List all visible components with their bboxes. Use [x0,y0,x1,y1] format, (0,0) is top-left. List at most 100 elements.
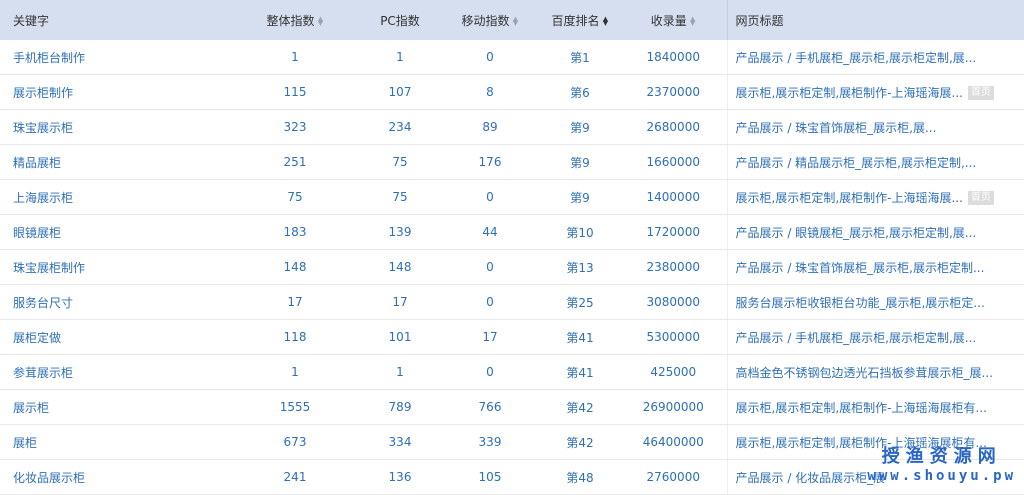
table-row: 珠宝展柜制作 148 148 0 第13 2380000 产品展示 / 珠宝首饰展柜_展示柜… [0,249,1024,285]
overall-index-cell: 673 [283,435,307,449]
page-title-link[interactable]: 产品展示 / 眼镜展柜_展示柜,展示柜定制,展... [736,226,977,240]
baidu-rank-cell: 第1 [570,50,590,65]
sort-icon[interactable]: ▲ ▼ [603,16,609,27]
pc-index-cell: 148 [388,260,412,274]
pc-index-cell: 75 [392,155,408,169]
indexed-count-cell: 46400000 [642,435,704,449]
indexed-count-cell: 2680000 [646,120,700,134]
baidu-rank-cell: 第13 [566,260,594,275]
mobile-index-cell: 44 [482,225,498,239]
home-page-badge: 首页 [967,191,994,205]
baidu-rank-cell: 第9 [570,155,590,170]
table-row: 上海展示柜 75 75 0 第9 1400000 展示柜,展示柜定制,展柜制作-上海瑶海展.… [0,179,1024,215]
pc-index-cell: 75 [392,190,408,204]
page-title-link[interactable]: 展示柜,展示柜定制,展柜制作-上海瑶海展... [736,86,963,100]
page-title-link[interactable]: 产品展示 / 珠宝首饰展柜_展示柜,展示柜定制... [736,261,985,275]
table-row: 参茸展示柜 1 1 0 第41 425000 高档金色不锈钢包边透光石挡板参茸展示柜_展..… [0,354,1024,390]
col-header-keyword: 关键字 [0,0,230,40]
keyword-link[interactable]: 展示柜制作 [13,86,73,100]
overall-index-cell: 251 [283,155,307,169]
page-title-link[interactable]: 服务台展示柜收银柜台功能_展示柜,展示柜定... [736,296,985,310]
keyword-link[interactable]: 眼镜展柜 [13,226,61,240]
table-row: 展示柜制作 115 107 8 第6 2370000 展示柜,展示柜定制,展柜制作-上海瑶海… [0,74,1024,110]
indexed-count-cell: 1660000 [646,155,700,169]
keyword-link[interactable]: 服务台尺寸 [13,296,73,310]
pc-index-cell: 789 [388,400,412,414]
sort-icon[interactable]: ▲ ▼ [513,16,519,27]
keyword-ranking-table: 关键字 整体指数 ▲ ▼ PC指数 移动指数 ▲ ▼ 百度排名 ▲ ▼ 收录量 ▲ ▼ 网页标题… [0,0,1024,495]
page-title-link[interactable]: 产品展示 / 手机展柜_展示柜,展示柜定制,展... [736,331,977,345]
page-title-link[interactable]: 展示柜,展示柜定制,展柜制作-上海瑶海展... [736,191,963,205]
page-title-link[interactable]: 产品展示 / 精品展示柜_展示柜,展示柜定制,... [736,156,977,170]
col-header-page-title: 网页标题 [726,0,1024,40]
page-title-link[interactable]: 产品展示 / 手机展柜_展示柜,展示柜定制,展... [736,51,977,65]
keyword-link[interactable]: 手机柜台制作 [13,51,85,65]
indexed-count-cell: 26900000 [642,400,704,414]
overall-index-cell: 323 [283,120,307,134]
col-header-indexed-count[interactable]: 收录量 ▲ ▼ [620,0,727,40]
mobile-index-cell: 0 [486,295,494,309]
indexed-count-cell: 1400000 [646,190,700,204]
overall-index-cell: 115 [283,85,307,99]
table-row: 服务台尺寸 17 17 0 第25 3080000 服务台展示柜收银柜台功能_展示柜,展示柜… [0,284,1024,320]
keyword-link[interactable]: 珠宝展柜制作 [13,261,85,275]
keyword-link[interactable]: 展柜定做 [13,331,61,345]
keyword-link[interactable]: 化妆品展示柜 [13,471,85,485]
overall-index-cell: 1555 [279,400,311,414]
keyword-link[interactable]: 珠宝展示柜 [13,121,73,135]
table-row: 展示柜 1555 789 766 第42 26900000 展示柜,展示柜定制,展柜制作-上… [0,389,1024,425]
keyword-link[interactable]: 上海展示柜 [13,191,73,205]
baidu-rank-cell: 第25 [566,295,594,310]
baidu-rank-cell: 第48 [566,470,594,485]
keyword-link[interactable]: 精品展柜 [13,156,61,170]
mobile-index-cell: 339 [478,435,502,449]
overall-index-cell: 75 [287,190,303,204]
keyword-link[interactable]: 参茸展示柜 [13,366,73,380]
mobile-index-cell: 0 [486,50,494,64]
pc-index-cell: 1 [396,50,404,64]
table-row: 精品展柜 251 75 176 第9 1660000 产品展示 / 精品展示柜_展示柜,展示… [0,144,1024,180]
indexed-count-cell: 2760000 [646,470,700,484]
mobile-index-cell: 0 [486,190,494,204]
indexed-count-cell: 2370000 [646,85,700,99]
mobile-index-cell: 17 [482,330,498,344]
page-title-link[interactable]: 产品展示 / 珠宝首饰展柜_展示柜,展... [736,121,937,135]
col-header-mobile-index[interactable]: 移动指数 ▲ ▼ [440,0,540,40]
mobile-index-cell: 105 [478,470,502,484]
table-row: 手机柜台制作 1 1 0 第1 1840000 产品展示 / 手机展柜_展示柜,展示柜定制,… [0,40,1024,75]
pc-index-cell: 101 [388,330,412,344]
table-row: 珠宝展示柜 323 234 89 第9 2680000 产品展示 / 珠宝首饰展柜_展示柜,… [0,109,1024,145]
baidu-rank-cell: 第9 [570,190,590,205]
mobile-index-cell: 0 [486,365,494,379]
table-row: 展柜定做 118 101 17 第41 5300000 产品展示 / 手机展柜_展示柜,展示… [0,319,1024,355]
col-header-pc-index[interactable]: PC指数 [360,0,440,40]
keyword-link[interactable]: 展柜 [13,436,37,450]
overall-index-cell: 17 [287,295,303,309]
overall-index-cell: 148 [283,260,307,274]
page-title-link[interactable]: 产品展示 / 化妆品展示柜_展 [736,471,886,485]
overall-index-cell: 183 [283,225,307,239]
mobile-index-cell: 766 [478,400,502,414]
sort-icon[interactable]: ▲ ▼ [318,16,324,27]
baidu-rank-cell: 第42 [566,400,594,415]
baidu-rank-cell: 第10 [566,225,594,240]
indexed-count-cell: 2380000 [646,260,700,274]
mobile-index-cell: 8 [486,85,494,99]
pc-index-cell: 139 [388,225,412,239]
indexed-count-cell: 1720000 [646,225,700,239]
home-page-badge: 首页 [967,86,994,100]
mobile-index-cell: 0 [486,260,494,274]
mobile-index-cell: 89 [482,120,498,134]
page-title-link[interactable]: 展示柜,展示柜定制,展柜制作-上海瑶海展柜有... [736,401,987,415]
watermark-logo: 授渔资源网 www.shouyu.pw [867,446,1016,484]
keyword-link[interactable]: 展示柜 [13,401,49,415]
indexed-count-cell: 5300000 [646,330,700,344]
pc-index-cell: 234 [388,120,412,134]
baidu-rank-cell: 第41 [566,365,594,380]
overall-index-cell: 118 [283,330,307,344]
col-header-overall-index[interactable]: 整体指数 ▲ ▼ [230,0,360,40]
col-header-baidu-rank[interactable]: 百度排名 ▲ ▼ [540,0,620,40]
indexed-count-cell: 1840000 [646,50,700,64]
page-title-link[interactable]: 高档金色不锈钢包边透光石挡板参茸展示柜_展... [736,366,993,380]
sort-icon[interactable]: ▲ ▼ [690,16,696,27]
